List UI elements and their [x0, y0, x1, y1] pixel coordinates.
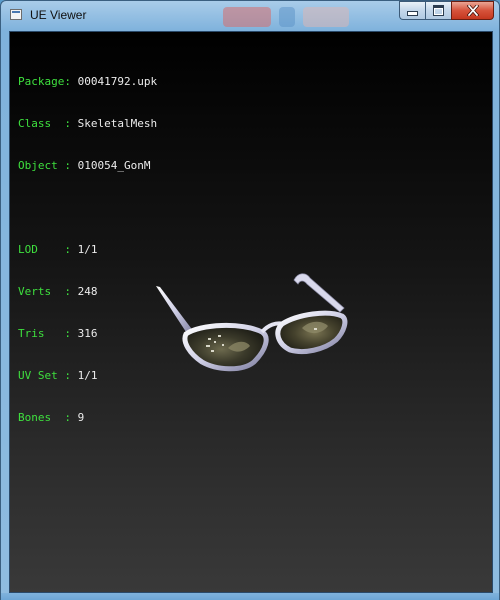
left-temple-arm — [156, 286, 194, 335]
left-lens — [182, 323, 269, 372]
maximize-icon — [433, 5, 444, 16]
maximize-button[interactable] — [425, 1, 451, 20]
minimize-button[interactable] — [399, 1, 425, 20]
close-icon — [466, 5, 479, 16]
right-temple-arm — [293, 273, 345, 313]
close-button[interactable] — [451, 1, 494, 20]
sunglasses-3d-model — [156, 273, 348, 372]
3d-viewport[interactable]: Package: 00041792.upk Class : SkeletalMe… — [9, 31, 493, 593]
title-bar[interactable]: UE Viewer — [1, 1, 499, 31]
window-title: UE Viewer — [30, 8, 87, 22]
window-bottom-border — [1, 593, 499, 600]
minimize-icon — [407, 11, 418, 16]
background-blur-shape — [223, 7, 271, 27]
background-blur-shape — [279, 7, 295, 27]
app-window: UE Viewer Package: 00041792.upk Class : … — [0, 0, 500, 600]
background-blur-shape — [303, 7, 349, 27]
app-window-icon — [10, 9, 22, 20]
caption-buttons — [399, 1, 494, 21]
